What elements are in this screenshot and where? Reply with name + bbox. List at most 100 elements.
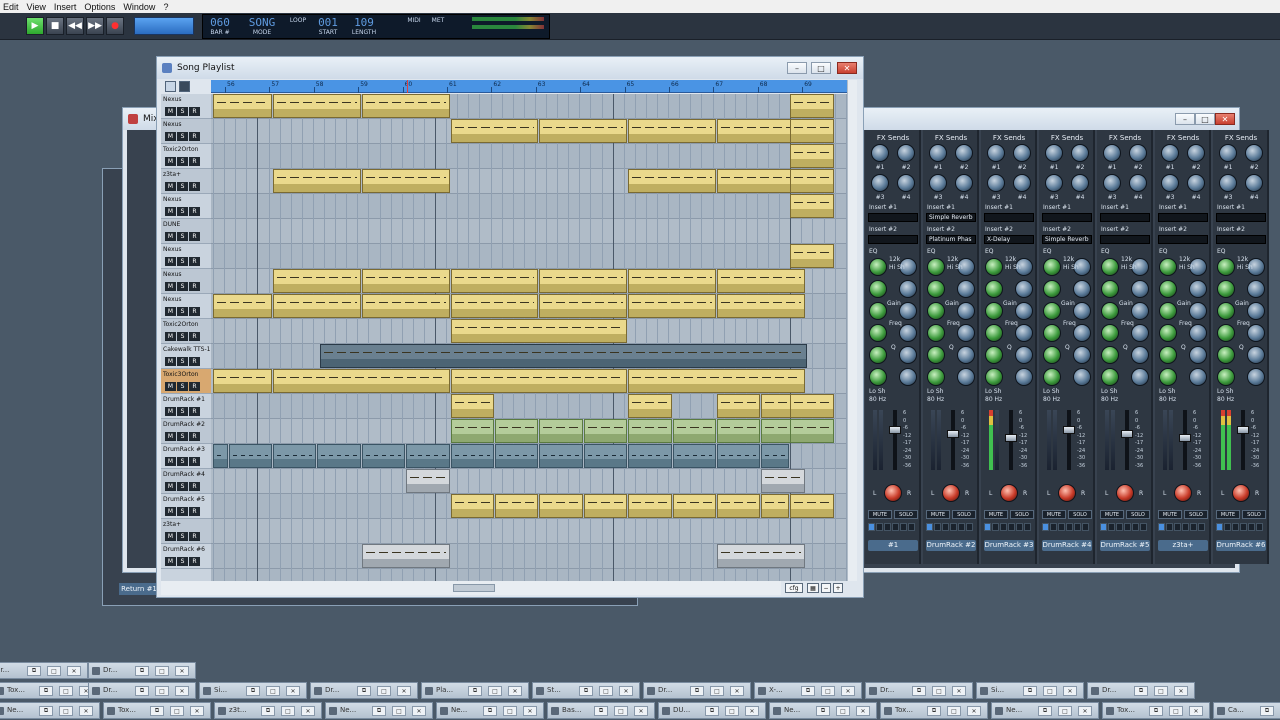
- output-slot[interactable]: [892, 523, 899, 531]
- record-toggle[interactable]: R: [189, 182, 200, 191]
- solo-button[interactable]: SOLO: [1184, 510, 1208, 519]
- maximize-window-icon[interactable]: □: [1043, 686, 1057, 696]
- insert1-slot[interactable]: [984, 213, 1034, 222]
- restore-window-icon[interactable]: ⧉: [594, 706, 608, 716]
- output-slot[interactable]: [1074, 523, 1081, 531]
- solo-toggle[interactable]: S: [177, 482, 188, 491]
- solo-toggle[interactable]: S: [177, 432, 188, 441]
- track-header[interactable]: Cakewalk TTS-1 M S R: [161, 344, 211, 369]
- fx-send-knob[interactable]: [1071, 174, 1089, 192]
- output-assign[interactable]: [1100, 523, 1147, 531]
- transport-field[interactable]: LOOP: [281, 17, 315, 25]
- mute-button[interactable]: MUTE: [1042, 510, 1066, 519]
- eq-knob[interactable]: [1247, 346, 1265, 364]
- close-window-icon[interactable]: ✕: [286, 686, 300, 696]
- maximize-window-icon[interactable]: □: [281, 706, 295, 716]
- eq-knob[interactable]: [927, 368, 945, 386]
- record-icon[interactable]: ●: [106, 17, 124, 35]
- minimized-window[interactable]: Tox... ⧉ □ ✕: [0, 682, 100, 699]
- pattern-clip[interactable]: [790, 119, 834, 143]
- eq-knob[interactable]: [927, 258, 945, 276]
- restore-window-icon[interactable]: ⧉: [39, 686, 53, 696]
- output-slot[interactable]: [1124, 523, 1131, 531]
- pattern-clip[interactable]: [672, 494, 716, 518]
- output-slot[interactable]: [1166, 523, 1173, 531]
- eq-knob[interactable]: [1131, 368, 1149, 386]
- pattern-clip[interactable]: [628, 369, 805, 393]
- close-button[interactable]: ✕: [1215, 113, 1235, 125]
- solo-toggle[interactable]: S: [177, 332, 188, 341]
- insert1-slot[interactable]: [1100, 213, 1150, 222]
- track-header[interactable]: z3ta+ M S R: [161, 519, 211, 544]
- eq-knob[interactable]: [869, 258, 887, 276]
- fx-send-knob[interactable]: [1129, 174, 1147, 192]
- maximize-window-icon[interactable]: □: [710, 686, 724, 696]
- pattern-clip[interactable]: [213, 369, 272, 393]
- record-toggle[interactable]: R: [189, 407, 200, 416]
- zoom-out-icon[interactable]: −: [821, 583, 831, 593]
- pattern-clip[interactable]: [450, 494, 494, 518]
- fx-send-knob[interactable]: [929, 144, 947, 162]
- eq-knob[interactable]: [1159, 302, 1177, 320]
- pattern-clip[interactable]: [272, 369, 450, 393]
- minimized-window[interactable]: X-... ⧉ □ ✕: [754, 682, 862, 699]
- maximize-window-icon[interactable]: □: [377, 686, 391, 696]
- mute-toggle[interactable]: M: [165, 257, 176, 266]
- insert1-slot[interactable]: [868, 213, 918, 222]
- playhead[interactable]: [406, 80, 408, 93]
- close-window-icon[interactable]: ✕: [1174, 686, 1188, 696]
- eq-knob[interactable]: [1073, 302, 1091, 320]
- playlist-minimize-button[interactable]: –: [787, 62, 807, 74]
- output-assign[interactable]: [984, 523, 1031, 531]
- transport-field[interactable]: 060 BAR #: [203, 17, 237, 37]
- view-toggle-icon[interactable]: ▦: [807, 583, 819, 593]
- mute-toggle[interactable]: M: [165, 182, 176, 191]
- solo-toggle[interactable]: S: [177, 532, 188, 541]
- restore-window-icon[interactable]: ⧉: [39, 706, 53, 716]
- maximize-button[interactable]: □: [1195, 113, 1215, 125]
- minimized-window[interactable]: Pla... ⧉ □ ✕: [421, 682, 529, 699]
- strip-name[interactable]: DrumRack #2: [926, 540, 976, 551]
- eq-knob[interactable]: [1159, 324, 1177, 342]
- eq-knob[interactable]: [1189, 368, 1207, 386]
- output-assign[interactable]: [1158, 523, 1205, 531]
- fx-send-knob[interactable]: [955, 174, 973, 192]
- close-window-icon[interactable]: ✕: [619, 686, 633, 696]
- pattern-clip[interactable]: [628, 394, 672, 418]
- output-slot[interactable]: [1182, 523, 1189, 531]
- restore-window-icon[interactable]: ⧉: [801, 686, 815, 696]
- minimized-window[interactable]: Dr... ⧉ □ ✕: [1087, 682, 1195, 699]
- eq-knob[interactable]: [1159, 280, 1177, 298]
- solo-toggle[interactable]: S: [177, 457, 188, 466]
- eq-knob[interactable]: [1217, 302, 1235, 320]
- pattern-clip[interactable]: [716, 444, 761, 468]
- pan-knob[interactable]: [1058, 484, 1076, 502]
- close-window-icon[interactable]: ✕: [1078, 706, 1092, 716]
- eq-knob[interactable]: [899, 302, 917, 320]
- output-slot[interactable]: [958, 523, 965, 531]
- insert2-slot[interactable]: [868, 235, 918, 244]
- close-window-icon[interactable]: ✕: [1189, 706, 1203, 716]
- output-slot[interactable]: [1082, 523, 1089, 531]
- fx-send-knob[interactable]: [987, 144, 1005, 162]
- pattern-clip[interactable]: [213, 94, 272, 118]
- pattern-clip[interactable]: [272, 94, 361, 118]
- output-assign[interactable]: [1042, 523, 1089, 531]
- restore-window-icon[interactable]: ⧉: [468, 686, 482, 696]
- eq-knob[interactable]: [927, 280, 945, 298]
- strip-name[interactable]: DrumRack #6: [1216, 540, 1266, 551]
- eq-knob[interactable]: [1217, 368, 1235, 386]
- pattern-clip[interactable]: [790, 144, 834, 168]
- pattern-clip[interactable]: [450, 294, 539, 318]
- eq-knob[interactable]: [1189, 346, 1207, 364]
- eq-knob[interactable]: [899, 368, 917, 386]
- pattern-clip[interactable]: [272, 269, 361, 293]
- insert2-slot[interactable]: Simple Reverb: [1042, 235, 1092, 244]
- pan-knob[interactable]: [1232, 484, 1250, 502]
- solo-toggle[interactable]: S: [177, 207, 188, 216]
- pattern-clip[interactable]: [494, 444, 539, 468]
- insert2-slot[interactable]: [1100, 235, 1150, 244]
- mute-toggle[interactable]: M: [165, 432, 176, 441]
- solo-toggle[interactable]: S: [177, 157, 188, 166]
- restore-window-icon[interactable]: ⧉: [579, 686, 593, 696]
